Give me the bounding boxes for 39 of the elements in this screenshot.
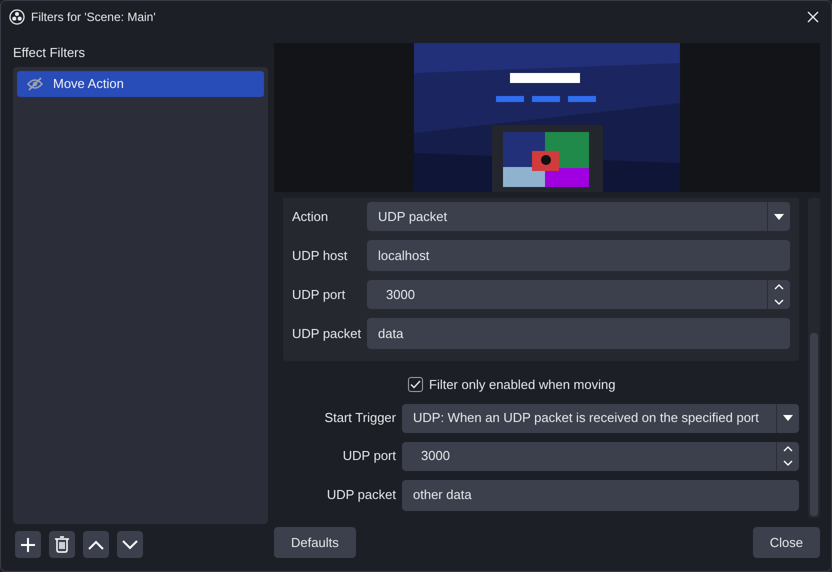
- number-field[interactable]: 3000: [402, 442, 799, 470]
- checkbox-label: Filter only enabled when moving: [429, 376, 616, 394]
- field-label: UDP host: [292, 246, 348, 265]
- chevron-up-icon: [88, 540, 104, 550]
- window-title: Filters for 'Scene: Main': [31, 9, 156, 26]
- scrollbar-thumb[interactable]: [810, 333, 818, 516]
- field-label: UDP packet: [292, 324, 361, 343]
- spin-up-icon[interactable]: [783, 446, 793, 452]
- move-up-button[interactable]: [83, 531, 109, 558]
- field-label: UDP port: [292, 286, 346, 304]
- add-button[interactable]: [15, 531, 41, 558]
- dropdown-arrow-icon: [783, 415, 793, 421]
- checkbox[interactable]: [408, 377, 423, 392]
- app-logo-icon: [9, 9, 25, 25]
- field-label: UDP port: [342, 447, 396, 466]
- close-button[interactable]: Close: [752, 527, 820, 558]
- chevron-down-icon: [122, 540, 138, 550]
- plus-icon: [20, 536, 36, 552]
- field-label: Start Trigger: [323, 409, 396, 428]
- field-label: Action: [292, 208, 330, 226]
- input-field[interactable]: localhost: [367, 240, 790, 271]
- panel-title: Effect Filters: [13, 44, 86, 61]
- input-field[interactable]: other data: [402, 480, 799, 510]
- spin-down-icon[interactable]: [774, 298, 784, 305]
- trash-icon: [54, 536, 70, 553]
- field-label: UDP packet: [326, 486, 396, 504]
- input-field[interactable]: data: [367, 318, 790, 349]
- dropdown[interactable]: UDP packet: [367, 202, 790, 231]
- dropdown-arrow-icon: [774, 214, 784, 220]
- remove-button[interactable]: [49, 531, 75, 558]
- close-icon[interactable]: [807, 11, 819, 23]
- spin-down-icon[interactable]: [783, 460, 793, 466]
- filter-item[interactable]: Move Action: [17, 71, 264, 97]
- move-down-button[interactable]: [117, 531, 143, 558]
- spin-up-icon[interactable]: [774, 284, 784, 290]
- defaults-button[interactable]: Defaults: [274, 527, 356, 558]
- number-field[interactable]: 3000: [367, 280, 790, 309]
- eye-crossed-icon[interactable]: [27, 77, 43, 91]
- dropdown[interactable]: UDP: When an UDP packet is received on the specified port: [402, 404, 799, 432]
